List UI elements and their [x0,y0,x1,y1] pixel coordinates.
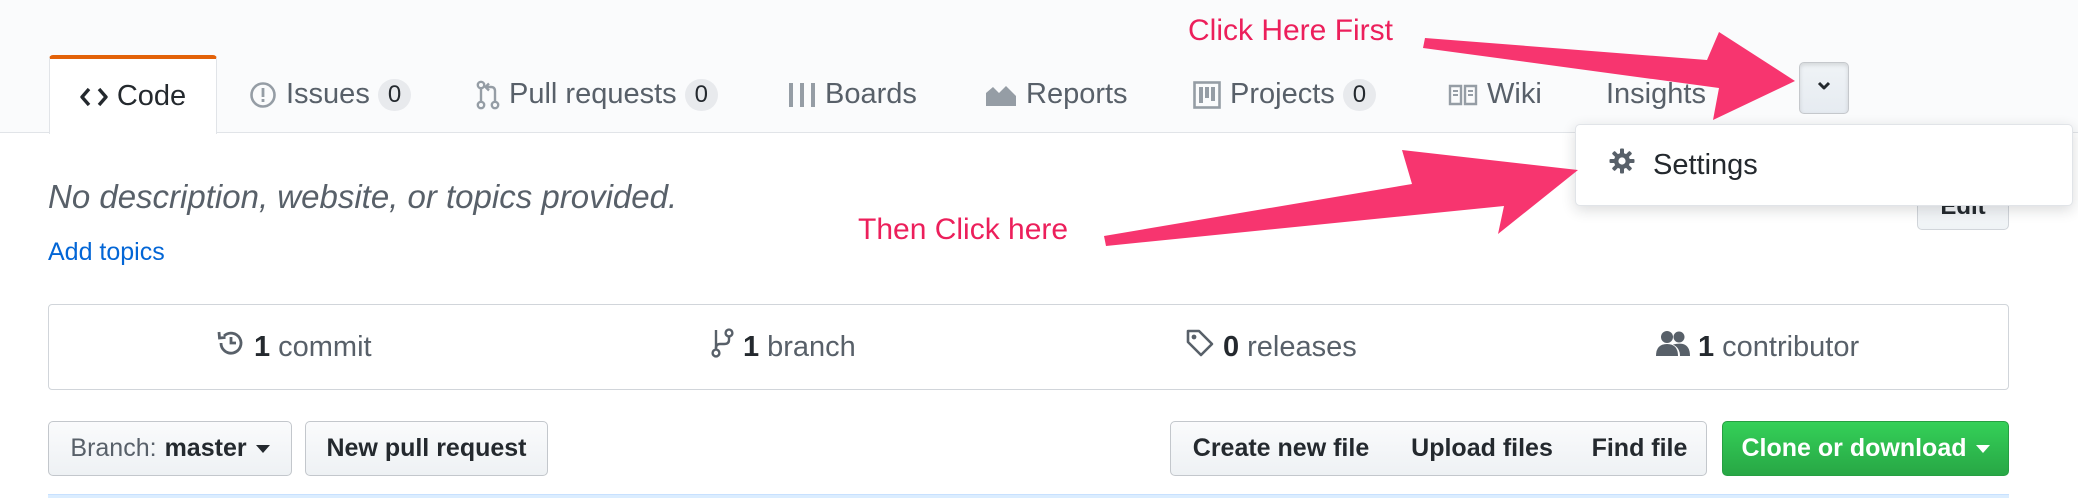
arrow-to-more-button [1423,32,1795,120]
annotation-then-click-here: Then Click here [858,213,1069,246]
annotation-arrows [1104,32,1795,246]
annotation-click-here-first: Click Here First [1188,14,1394,47]
arrow-to-settings [1104,150,1578,246]
